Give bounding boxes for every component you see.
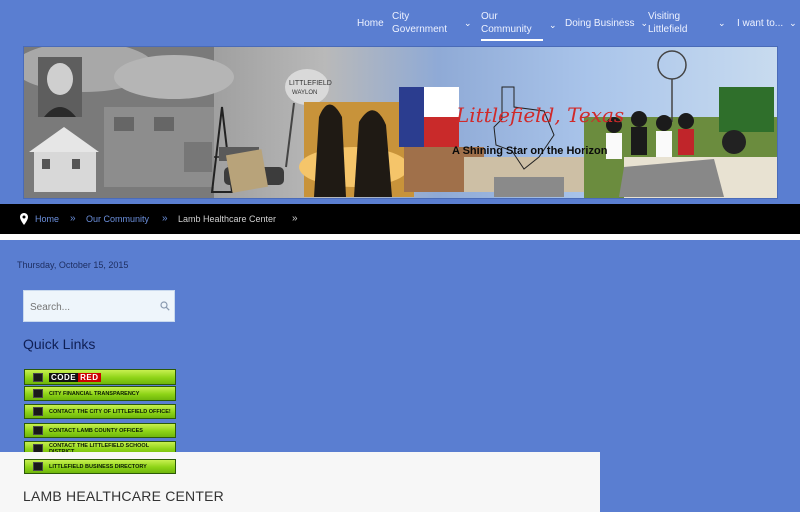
banner-title: Littlefield, Texas <box>455 103 624 127</box>
nav-visiting-littlefield-label: Visiting Littlefield <box>648 11 688 35</box>
nav-our-community-label: Our Community <box>481 10 543 41</box>
bullet-icon <box>33 389 43 398</box>
divider <box>0 234 800 240</box>
breadcrumb-current-page: Lamb Healthcare Center <box>178 214 277 224</box>
quick-link-contact-city[interactable]: CONTACT THE CITY OF LITTLEFIELD OFFICE! <box>24 404 176 419</box>
nav-i-want-to-label: I want to... <box>737 18 784 29</box>
chevron-down-icon: ⌄ <box>464 17 472 28</box>
breadcrumb: Home » Our Community » Lamb Healthcare C… <box>0 204 800 234</box>
nav-doing-business-label: Doing Business <box>565 18 635 29</box>
bullet-icon <box>33 462 43 471</box>
bullet-icon <box>33 372 43 382</box>
page-title: LAMB HEALTHCARE CENTER <box>23 488 224 504</box>
quick-link-label: CITY FINANCIAL TRANSPARENCY <box>49 390 140 397</box>
banner-tagline: A Shining Star on the Horizon <box>452 145 608 157</box>
chevron-down-icon: ⌄ <box>549 20 557 30</box>
nav-doing-business[interactable]: Doing Business ⌄ <box>565 17 648 30</box>
breadcrumb-home-link[interactable]: Home <box>35 214 59 224</box>
banner-collage: LITTLEFIELD WAYLON Littlefield, Texas A … <box>24 47 777 198</box>
chevron-down-icon: ⌄ <box>640 18 649 28</box>
code-red-logo: CODE RED <box>49 372 101 382</box>
current-date: Thursday, October 15, 2015 <box>17 260 129 270</box>
chevron-right-icon: » <box>70 213 76 224</box>
quick-link-label: LITTLEFIELD BUSINESS DIRECTORY <box>49 463 147 470</box>
nav-our-community[interactable]: Our Community ⌄ <box>481 10 557 41</box>
quick-link-label: CONTACT THE CITY OF LITTLEFIELD OFFICE! <box>49 408 171 415</box>
svg-text:LITTLEFIELD: LITTLEFIELD <box>289 80 332 87</box>
nav-city-government-label: City Government <box>392 11 448 35</box>
quick-link-city-financial-transparency[interactable]: CITY FINANCIAL TRANSPARENCY <box>24 386 176 401</box>
search-icon[interactable] <box>160 301 170 311</box>
header-banner: LITTLEFIELD WAYLON Littlefield, Texas A … <box>23 46 778 199</box>
nav-home-label: Home <box>357 18 384 29</box>
code-red-button[interactable]: CODE RED <box>24 369 176 385</box>
nav-city-government[interactable]: City Government ⌄ <box>392 10 472 36</box>
search-input[interactable] <box>28 299 157 315</box>
quick-link-contact-lamb-county[interactable]: CONTACT LAMB COUNTY OFFICES <box>24 423 176 438</box>
map-pin-icon <box>20 213 28 225</box>
chevron-right-icon: » <box>292 213 298 224</box>
nav-home[interactable]: Home <box>357 17 384 30</box>
chevron-down-icon: ⌄ <box>789 18 797 28</box>
search-box <box>23 290 175 322</box>
breadcrumb-our-community-link[interactable]: Our Community <box>86 214 149 224</box>
quick-link-label: CONTACT LAMB COUNTY OFFICES <box>49 427 143 434</box>
chevron-right-icon: » <box>162 213 168 224</box>
quick-links-title: Quick Links <box>23 336 96 352</box>
nav-i-want-to[interactable]: I want to... ⌄ <box>737 17 797 30</box>
svg-text:WAYLON: WAYLON <box>292 90 317 96</box>
top-navigation: Home City Government ⌄ Our Community ⌄ D… <box>0 0 800 46</box>
chevron-down-icon: ⌄ <box>718 17 726 28</box>
bullet-icon <box>33 407 43 416</box>
nav-visiting-littlefield[interactable]: Visiting Littlefield ⌄ <box>648 10 726 36</box>
bullet-icon <box>33 426 43 435</box>
quick-link-business-directory[interactable]: LITTLEFIELD BUSINESS DIRECTORY <box>24 459 176 474</box>
